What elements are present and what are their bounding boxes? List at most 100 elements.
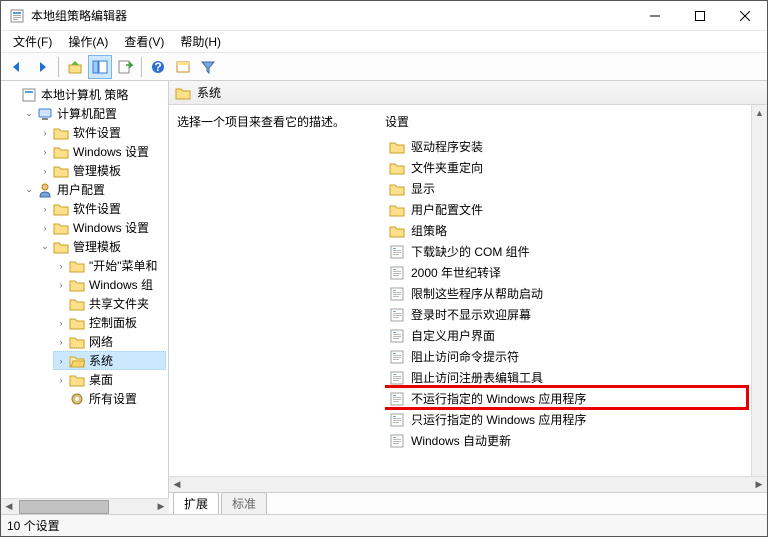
tree-label: 计算机配置 xyxy=(57,105,117,122)
settings-item[interactable]: Windows 自动更新 xyxy=(385,430,759,451)
policy-setting-icon xyxy=(389,286,405,302)
tree-all-settings[interactable]: 所有设置 xyxy=(53,389,166,408)
menu-action[interactable]: 操作(A) xyxy=(60,31,116,52)
close-button[interactable] xyxy=(722,1,767,30)
scroll-up-icon[interactable]: ▲ xyxy=(752,105,767,121)
show-tree-button[interactable] xyxy=(88,55,112,79)
collapse-icon[interactable]: ⌄ xyxy=(23,184,35,196)
collapse-icon[interactable]: ⌄ xyxy=(23,108,35,120)
settings-item[interactable]: 下载缺少的 COM 组件 xyxy=(385,241,759,262)
tree-user-software[interactable]: ›软件设置 xyxy=(37,199,166,218)
vertical-scrollbar[interactable]: ▲ xyxy=(751,105,767,476)
collapse-icon[interactable]: ⌄ xyxy=(39,241,51,253)
scroll-right-icon[interactable]: ▶ xyxy=(153,500,169,514)
tree-computer-config[interactable]: ⌄ 计算机配置 xyxy=(21,104,166,123)
minimize-button[interactable] xyxy=(632,1,677,30)
folder-icon xyxy=(53,163,69,179)
settings-item[interactable]: 阻止访问命令提示符 xyxy=(385,346,759,367)
tree-windows-components[interactable]: ›Windows 组 xyxy=(53,275,166,294)
tree-label: "开始"菜单和 xyxy=(89,257,158,274)
content-body: 选择一个项目来查看它的描述。 设置 驱动程序安装文件夹重定向显示用户配置文件组策… xyxy=(169,105,767,476)
menu-file[interactable]: 文件(F) xyxy=(5,31,60,52)
policy-icon xyxy=(21,87,37,103)
settings-folder[interactable]: 驱动程序安装 xyxy=(385,136,759,157)
settings-item[interactable]: 阻止访问注册表编辑工具 xyxy=(385,367,759,388)
export-button[interactable] xyxy=(113,55,137,79)
scroll-left-icon[interactable]: ◀ xyxy=(169,478,185,492)
settings-item[interactable]: 只运行指定的 Windows 应用程序 xyxy=(385,409,759,430)
scroll-right-icon[interactable]: ▶ xyxy=(751,478,767,492)
tree-comp-admin[interactable]: ›管理模板 xyxy=(37,161,166,180)
expand-icon[interactable]: › xyxy=(55,355,67,367)
setting-label: 登录时不显示欢迎屏幕 xyxy=(411,306,531,323)
tab-standard[interactable]: 标准 xyxy=(221,492,267,514)
tree-network[interactable]: › 网络 xyxy=(53,332,166,351)
settings-icon xyxy=(69,391,85,407)
forward-button[interactable] xyxy=(30,55,54,79)
folder-icon xyxy=(53,220,69,236)
tree-root[interactable]: 本地计算机 策略 xyxy=(5,85,166,104)
tab-extended[interactable]: 扩展 xyxy=(173,492,219,514)
tree-control-panel[interactable]: ›控制面板 xyxy=(53,313,166,332)
tree-user-windows[interactable]: ›Windows 设置 xyxy=(37,218,166,237)
expand-icon[interactable]: › xyxy=(39,203,51,215)
svg-text:?: ? xyxy=(154,60,161,74)
expand-icon[interactable]: › xyxy=(39,222,51,234)
settings-item[interactable]: 限制这些程序从帮助启动 xyxy=(385,283,759,304)
expand-icon[interactable]: › xyxy=(55,336,67,348)
folder-icon xyxy=(69,372,85,388)
tree-pane[interactable]: 本地计算机 策略 ⌄ 计算机配置 ›软件设置 xyxy=(1,81,169,514)
settings-item[interactable]: 2000 年世纪转译 xyxy=(385,262,759,283)
tree-label: 桌面 xyxy=(89,371,113,388)
column-header-settings[interactable]: 设置 xyxy=(385,113,759,130)
back-button[interactable] xyxy=(5,55,29,79)
up-button[interactable] xyxy=(63,55,87,79)
tree-shared-folders[interactable]: 共享文件夹 xyxy=(53,294,166,313)
filter-button[interactable] xyxy=(196,55,220,79)
scroll-thumb[interactable] xyxy=(19,500,109,514)
tree-start-menu[interactable]: › "开始"菜单和 xyxy=(53,256,166,275)
content-hscroll[interactable]: ◀ ▶ xyxy=(169,476,767,492)
tree-user-admin[interactable]: ⌄ 管理模板 xyxy=(37,237,166,256)
tree-label: 网络 xyxy=(89,333,113,350)
help-button[interactable]: ? xyxy=(146,55,170,79)
settings-item[interactable]: 自定义用户界面 xyxy=(385,325,759,346)
settings-folder[interactable]: 文件夹重定向 xyxy=(385,157,759,178)
expand-icon xyxy=(55,393,67,405)
tree-comp-windows[interactable]: ›Windows 设置 xyxy=(37,142,166,161)
tree-desktop[interactable]: › 桌面 xyxy=(53,370,166,389)
setting-label: 显示 xyxy=(411,180,435,197)
setting-label: 组策略 xyxy=(411,222,447,239)
expand-icon[interactable]: › xyxy=(55,260,67,272)
settings-item[interactable]: 登录时不显示欢迎屏幕 xyxy=(385,304,759,325)
expand-icon[interactable]: › xyxy=(39,127,51,139)
policy-setting-icon xyxy=(389,370,405,386)
tree-system[interactable]: ›系统 xyxy=(53,351,166,370)
toolbar: ? xyxy=(1,53,767,81)
settings-item[interactable]: 不运行指定的 Windows 应用程序 xyxy=(385,388,759,409)
expand-icon[interactable]: › xyxy=(55,279,67,291)
setting-label: 阻止访问命令提示符 xyxy=(411,348,519,365)
setting-label: 自定义用户界面 xyxy=(411,327,495,344)
settings-list[interactable]: 设置 驱动程序安装文件夹重定向显示用户配置文件组策略下载缺少的 COM 组件20… xyxy=(385,113,759,468)
tree-label: 管理模板 xyxy=(73,238,121,255)
expand-icon[interactable]: › xyxy=(39,146,51,158)
expand-icon[interactable]: › xyxy=(39,165,51,177)
folder-icon xyxy=(69,277,85,293)
options-button[interactable] xyxy=(171,55,195,79)
settings-folder[interactable]: 组策略 xyxy=(385,220,759,241)
tree-user-config[interactable]: ⌄ 用户配置 xyxy=(21,180,166,199)
folder-icon xyxy=(389,160,405,176)
settings-folder[interactable]: 显示 xyxy=(385,178,759,199)
tree-comp-software[interactable]: ›软件设置 xyxy=(37,123,166,142)
maximize-button[interactable] xyxy=(677,1,722,30)
expand-icon xyxy=(55,298,67,310)
menu-view[interactable]: 查看(V) xyxy=(116,31,172,52)
expand-icon[interactable]: › xyxy=(55,317,67,329)
settings-folder[interactable]: 用户配置文件 xyxy=(385,199,759,220)
menu-help[interactable]: 帮助(H) xyxy=(172,31,229,52)
tree-hscroll[interactable]: ◀ ▶ xyxy=(1,498,169,514)
folder-icon xyxy=(69,334,85,350)
scroll-left-icon[interactable]: ◀ xyxy=(1,500,17,514)
expand-icon[interactable]: › xyxy=(55,374,67,386)
